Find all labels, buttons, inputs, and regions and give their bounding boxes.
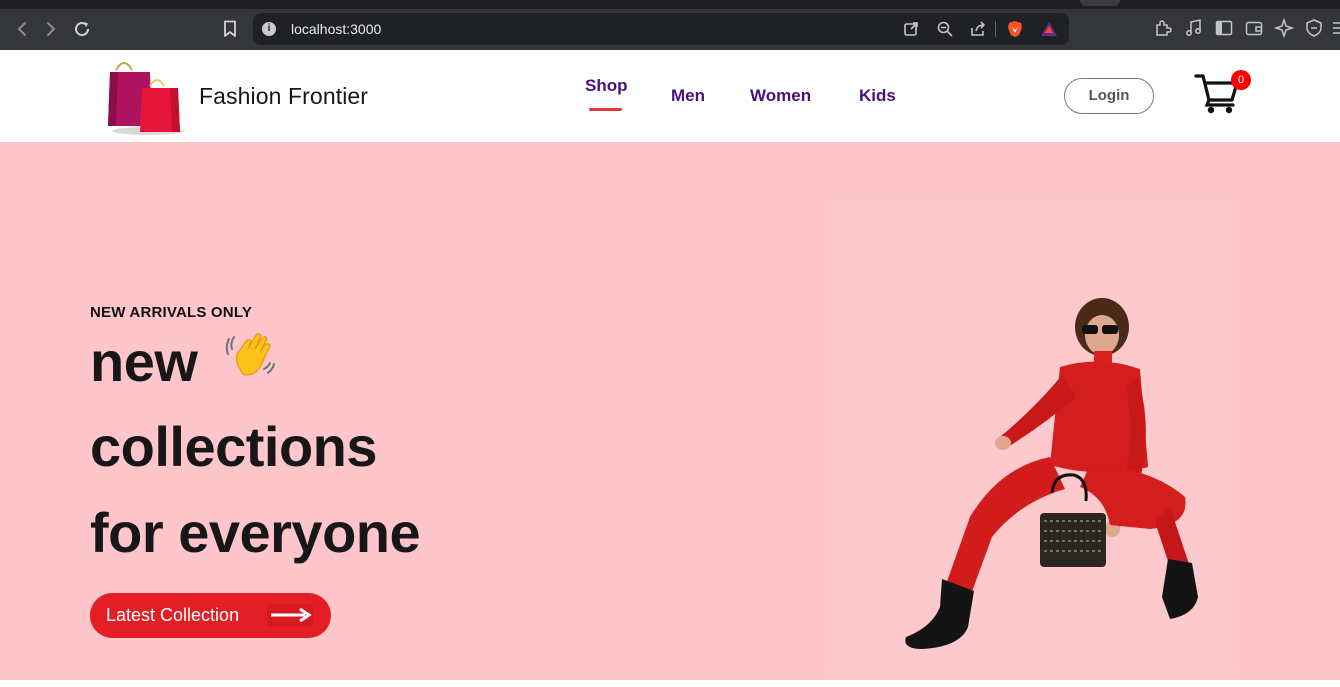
hero-heading-line1: new (90, 330, 198, 393)
shopping-bags-logo[interactable] (104, 56, 186, 136)
share-icon[interactable] (969, 20, 987, 38)
forward-icon[interactable] (40, 18, 62, 40)
bookmark-icon[interactable] (219, 18, 241, 40)
hero-heading-line3: for everyone (90, 501, 421, 564)
menu-icon[interactable] (1333, 18, 1340, 38)
wallet-icon[interactable] (1244, 18, 1264, 38)
cart-count-badge: 0 (1231, 70, 1251, 90)
nav-item-shop[interactable]: Shop (585, 76, 628, 96)
arrow-right-icon (267, 604, 313, 626)
nav-item-women[interactable]: Women (750, 86, 811, 106)
hero-section: NEW ARRIVALS ONLY new collections for ev… (0, 142, 1340, 680)
vpn-icon[interactable] (1304, 18, 1324, 38)
site-header: Fashion Frontier Shop Men Women Kids Log… (0, 50, 1340, 142)
divider (995, 21, 996, 37)
media-icon[interactable] (1184, 18, 1204, 38)
extensions-icon[interactable] (1153, 18, 1173, 38)
tab-handle[interactable] (1080, 0, 1120, 6)
address-bar[interactable]: i localhost:3000 (253, 13, 1069, 45)
waving-hand-icon (224, 329, 278, 383)
browser-toolbar: i localhost:3000 (0, 0, 1340, 50)
hero-eyebrow: NEW ARRIVALS ONLY (90, 304, 253, 321)
open-external-icon[interactable] (902, 20, 920, 38)
cta-label: Latest Collection (106, 605, 240, 625)
login-button[interactable]: Login (1064, 78, 1154, 114)
hero-heading-line2: collections (90, 415, 378, 478)
url-text[interactable]: localhost:3000 (291, 21, 381, 37)
info-icon[interactable]: i (262, 22, 276, 36)
active-nav-indicator (589, 108, 622, 111)
reload-icon[interactable] (71, 18, 93, 40)
hero-model-image (850, 297, 1200, 682)
leo-ai-icon[interactable] (1273, 17, 1295, 39)
bat-rewards-icon[interactable] (1040, 20, 1058, 38)
brave-shield-icon[interactable] (1006, 20, 1024, 38)
back-icon[interactable] (11, 18, 33, 40)
zoom-icon[interactable] (936, 20, 954, 38)
tab-strip (0, 0, 1340, 9)
brand-name[interactable]: Fashion Frontier (199, 83, 368, 110)
nav-item-men[interactable]: Men (671, 86, 705, 106)
nav-item-kids[interactable]: Kids (859, 86, 896, 106)
latest-collection-button[interactable]: Latest Collection (90, 593, 331, 638)
sidebar-icon[interactable] (1214, 18, 1234, 38)
